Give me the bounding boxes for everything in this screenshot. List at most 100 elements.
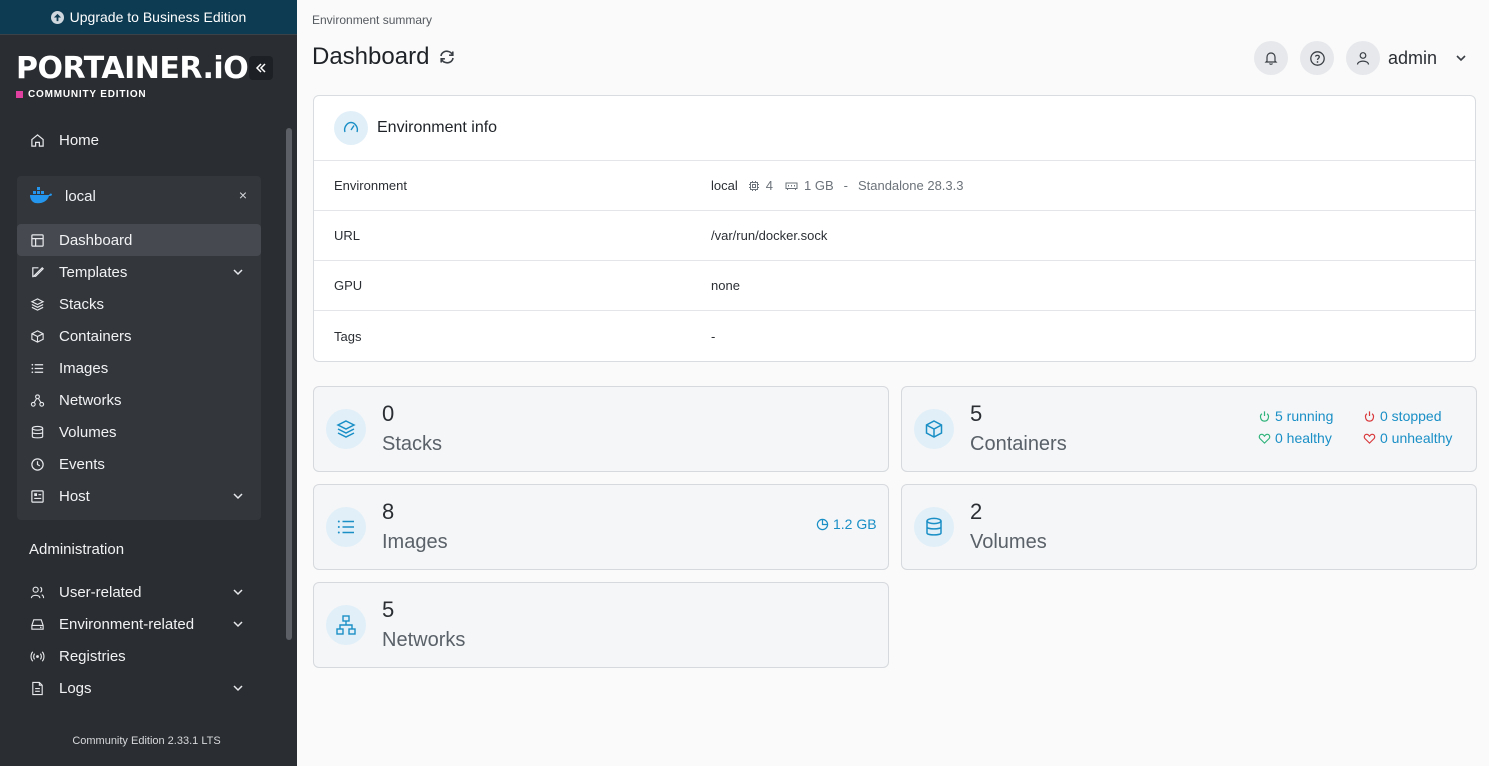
networks-label: Networks <box>382 629 466 651</box>
box-icon <box>914 409 954 449</box>
chevron-down-icon[interactable] <box>1454 51 1468 65</box>
info-key: GPU <box>334 278 363 293</box>
user-icon <box>1356 52 1370 65</box>
containers-label: Containers <box>970 433 1067 455</box>
info-row-gpu: GPU none <box>314 261 1475 311</box>
chevrons-left-icon <box>255 63 266 73</box>
stacks-label: Stacks <box>382 433 443 455</box>
collapse-sidebar-button[interactable] <box>249 56 273 80</box>
home-icon <box>29 132 45 148</box>
sidebar-item-label: User-related <box>59 583 142 601</box>
chevron-down-icon <box>233 589 243 596</box>
sidebar-item-templates[interactable]: Templates <box>17 256 261 288</box>
environment-type: Standalone 28.3.3 <box>857 178 964 193</box>
version-label: Community Edition 2.33.1 LTS <box>72 735 221 747</box>
main-content: Environment summary Dashboard admin Envi… <box>297 0 1489 766</box>
logo-text: PORTAINER.iO <box>16 51 249 86</box>
sidebar-item-label: Images <box>59 359 109 377</box>
upgrade-label: Upgrade to Business Edition <box>69 9 247 25</box>
sidebar-item-dashboard[interactable]: Dashboard <box>17 224 261 256</box>
memory-size: 1 GB <box>803 178 834 193</box>
clock-icon <box>29 456 45 472</box>
logo[interactable]: PORTAINER.iO COMMUNITY EDITION <box>16 52 276 100</box>
user-name[interactable]: admin <box>1388 48 1437 69</box>
volumes-card[interactable]: 2 Volumes <box>901 484 1477 570</box>
images-count: 8 <box>382 499 395 524</box>
logo-square-icon <box>16 91 23 98</box>
sidebar-item-label: Dashboard <box>59 231 133 249</box>
heart-icon <box>1363 433 1376 444</box>
sidebar-item-environment-related[interactable]: Environment-related <box>17 608 261 640</box>
containers-count: 5 <box>970 401 983 426</box>
networks-card[interactable]: 5 Networks <box>313 582 889 668</box>
sidebar: Upgrade to Business Edition PORTAINER.iO… <box>0 0 297 766</box>
logo-sub-label: COMMUNITY EDITION <box>28 89 147 100</box>
sidebar-item-registries[interactable]: Registries <box>17 640 261 672</box>
host-icon <box>29 488 45 504</box>
sidebar-item-label: Containers <box>59 327 132 345</box>
environment-info-card: Environment info Environment local 4 1 G… <box>313 95 1476 362</box>
list-icon <box>29 360 45 376</box>
environment-header[interactable]: local × <box>17 176 261 216</box>
sidebar-item-label: Registries <box>59 647 126 665</box>
containers-card[interactable]: 5 Containers 5 running 0 stopped 0 healt… <box>901 386 1477 472</box>
info-value: local 4 1 GB - Standalone 28.3.3 <box>711 178 964 193</box>
sidebar-item-home[interactable]: Home <box>17 124 261 156</box>
notifications-button[interactable] <box>1254 41 1288 75</box>
images-label: Images <box>382 531 448 553</box>
images-size: 1.2 GB <box>833 516 877 532</box>
sidebar-item-networks[interactable]: Networks <box>17 384 261 416</box>
radio-icon <box>29 648 45 664</box>
refresh-icon[interactable] <box>438 48 456 66</box>
file-text-icon <box>29 680 45 696</box>
info-row-tags: Tags - <box>314 311 1475 361</box>
sidebar-scrollbar[interactable] <box>286 128 292 640</box>
sidebar-item-logs[interactable]: Logs <box>17 672 261 704</box>
network-icon <box>29 392 45 408</box>
network-icon <box>326 605 366 645</box>
sidebar-item-user-related[interactable]: User-related <box>17 576 261 608</box>
database-icon <box>914 507 954 547</box>
user-avatar[interactable] <box>1346 41 1380 75</box>
layers-icon <box>326 409 366 449</box>
info-key: URL <box>334 228 361 243</box>
upgrade-banner[interactable]: Upgrade to Business Edition <box>0 0 297 35</box>
images-card[interactable]: 8 Images 1.2 GB <box>313 484 889 570</box>
sidebar-item-containers[interactable]: Containers <box>17 320 261 352</box>
info-key: Tags <box>334 328 362 344</box>
hard-drive-icon <box>29 616 45 632</box>
environment-info-header: Environment info <box>314 96 1475 161</box>
sidebar-item-stacks[interactable]: Stacks <box>17 288 261 320</box>
unhealthy-count: 0 unhealthy <box>1380 430 1453 446</box>
page-title: Dashboard <box>312 43 456 71</box>
sidebar-item-events[interactable]: Events <box>17 448 261 480</box>
help-button[interactable] <box>1300 41 1334 75</box>
memory-icon <box>785 182 798 190</box>
sidebar-item-label: Logs <box>59 679 92 697</box>
info-row-url: URL /var/run/docker.sock <box>314 211 1475 261</box>
help-circle-icon <box>1309 50 1325 66</box>
environment-name-value: local <box>711 178 738 193</box>
healthy-badge: 0 healthy <box>1258 430 1332 446</box>
box-icon <box>29 328 45 344</box>
sidebar-item-images[interactable]: Images <box>17 352 261 384</box>
docker-icon <box>29 187 53 205</box>
sidebar-item-label: Templates <box>59 263 128 281</box>
cpu-icon <box>748 180 759 191</box>
running-count: 5 running <box>1275 408 1334 424</box>
sidebar-item-label: Stacks <box>59 295 105 313</box>
stacks-count: 0 <box>382 401 395 426</box>
database-icon <box>29 424 45 440</box>
info-value: none <box>711 278 740 293</box>
sidebar-item-label: Host <box>59 487 90 505</box>
sidebar-item-label: Environment-related <box>59 615 195 633</box>
cpu-count: 4 <box>765 178 773 193</box>
stacks-card[interactable]: 0 Stacks <box>313 386 889 472</box>
sidebar-item-host[interactable]: Host <box>17 480 261 512</box>
info-key: Environment <box>334 178 407 193</box>
running-badge: 5 running <box>1258 408 1333 424</box>
sidebar-item-label: Home <box>59 131 100 149</box>
sidebar-item-volumes[interactable]: Volumes <box>17 416 261 448</box>
info-row-environment: Environment local 4 1 GB - Standalone 28… <box>314 161 1475 211</box>
close-icon[interactable]: × <box>239 187 247 203</box>
